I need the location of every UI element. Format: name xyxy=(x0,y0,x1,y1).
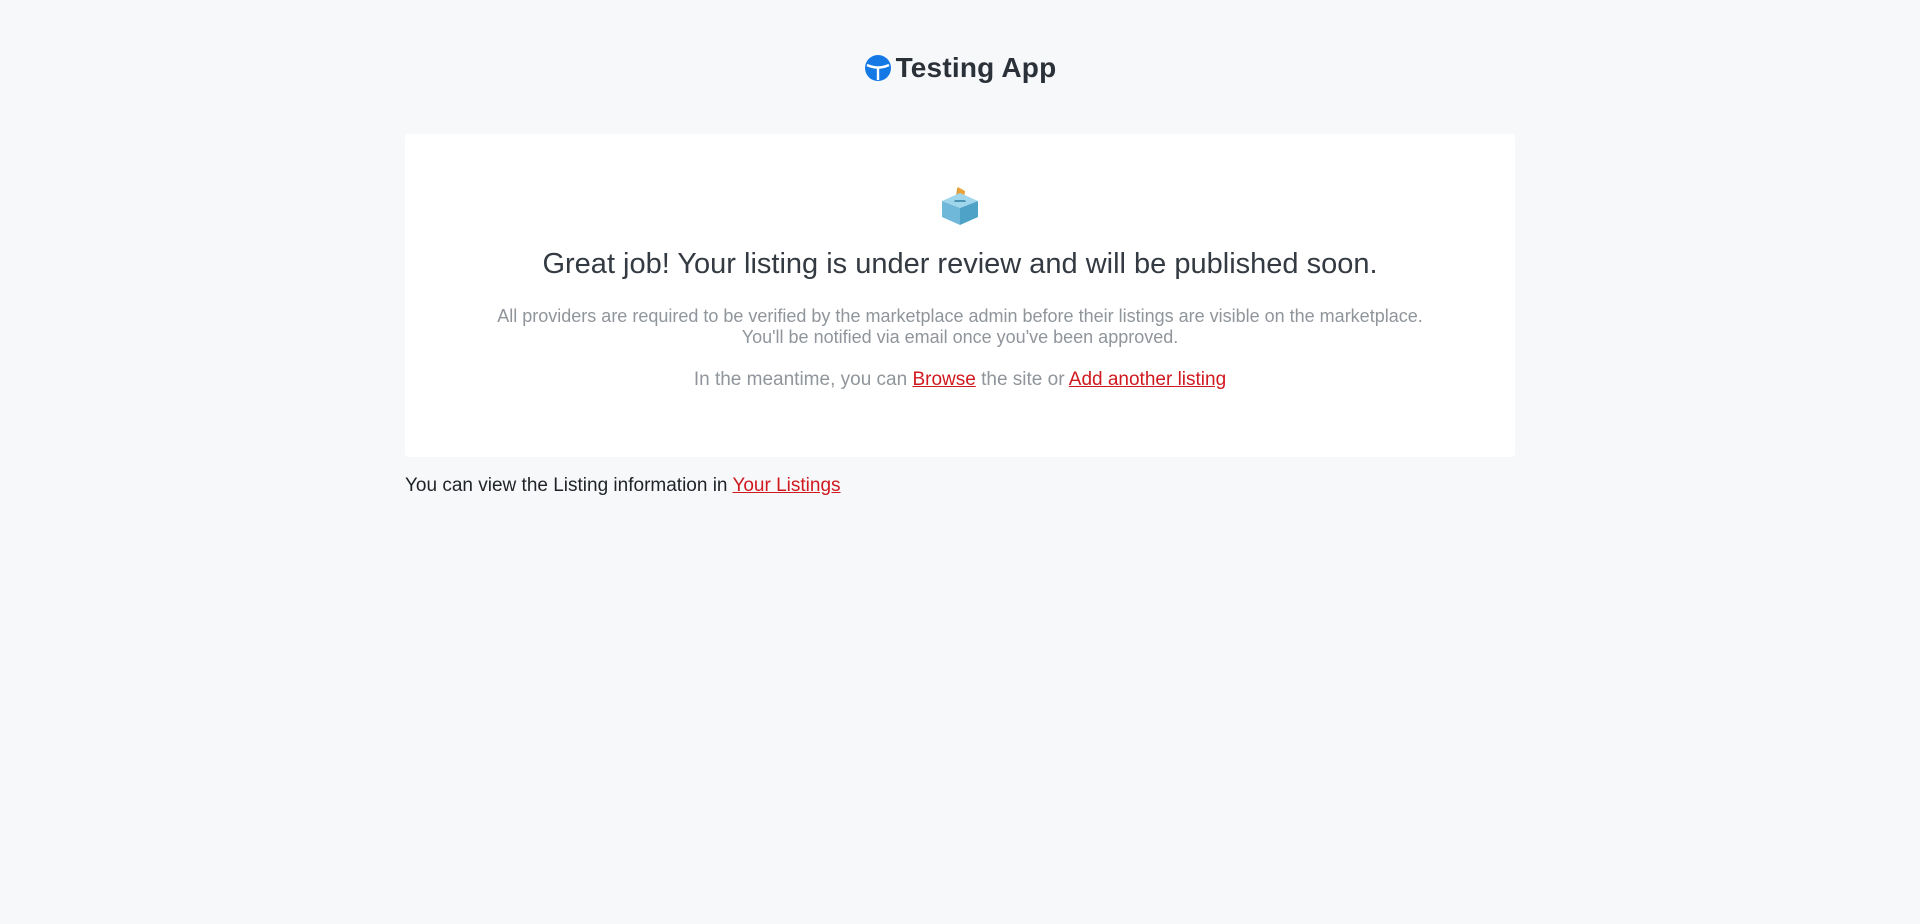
app-name: Testing App xyxy=(895,52,1057,83)
cta-prefix-text: In the meantime, you can xyxy=(693,369,908,390)
ballot-box-icon xyxy=(941,185,979,225)
site-header: Testing App xyxy=(0,50,1920,86)
verification-message: All providers are required to be verifie… xyxy=(405,306,1515,348)
next-steps-text: In the meantime, you can Browse the site… xyxy=(405,368,1515,392)
cta-middle-text: the site or xyxy=(981,369,1065,390)
verification-text-line-1: All providers are required to be verifie… xyxy=(497,306,1423,326)
card-title: Great job! Your listing is under review … xyxy=(542,248,1378,280)
add-another-listing-link[interactable]: Add another listing xyxy=(1069,369,1226,390)
your-listings-link[interactable]: Your Listings xyxy=(732,475,840,496)
brand-home-link[interactable]: Testing App xyxy=(864,52,1057,84)
listing-submitted-card: Great job! Your listing is under review … xyxy=(405,134,1515,457)
browse-link[interactable]: Browse xyxy=(912,369,975,390)
listing-info-text: You can view the Listing information in xyxy=(405,475,728,496)
verification-text-line-2: You'll be notified via email once you've… xyxy=(741,327,1179,347)
listing-info-note: You can view the Listing information in … xyxy=(405,473,841,499)
brand-logo-icon xyxy=(864,54,892,82)
